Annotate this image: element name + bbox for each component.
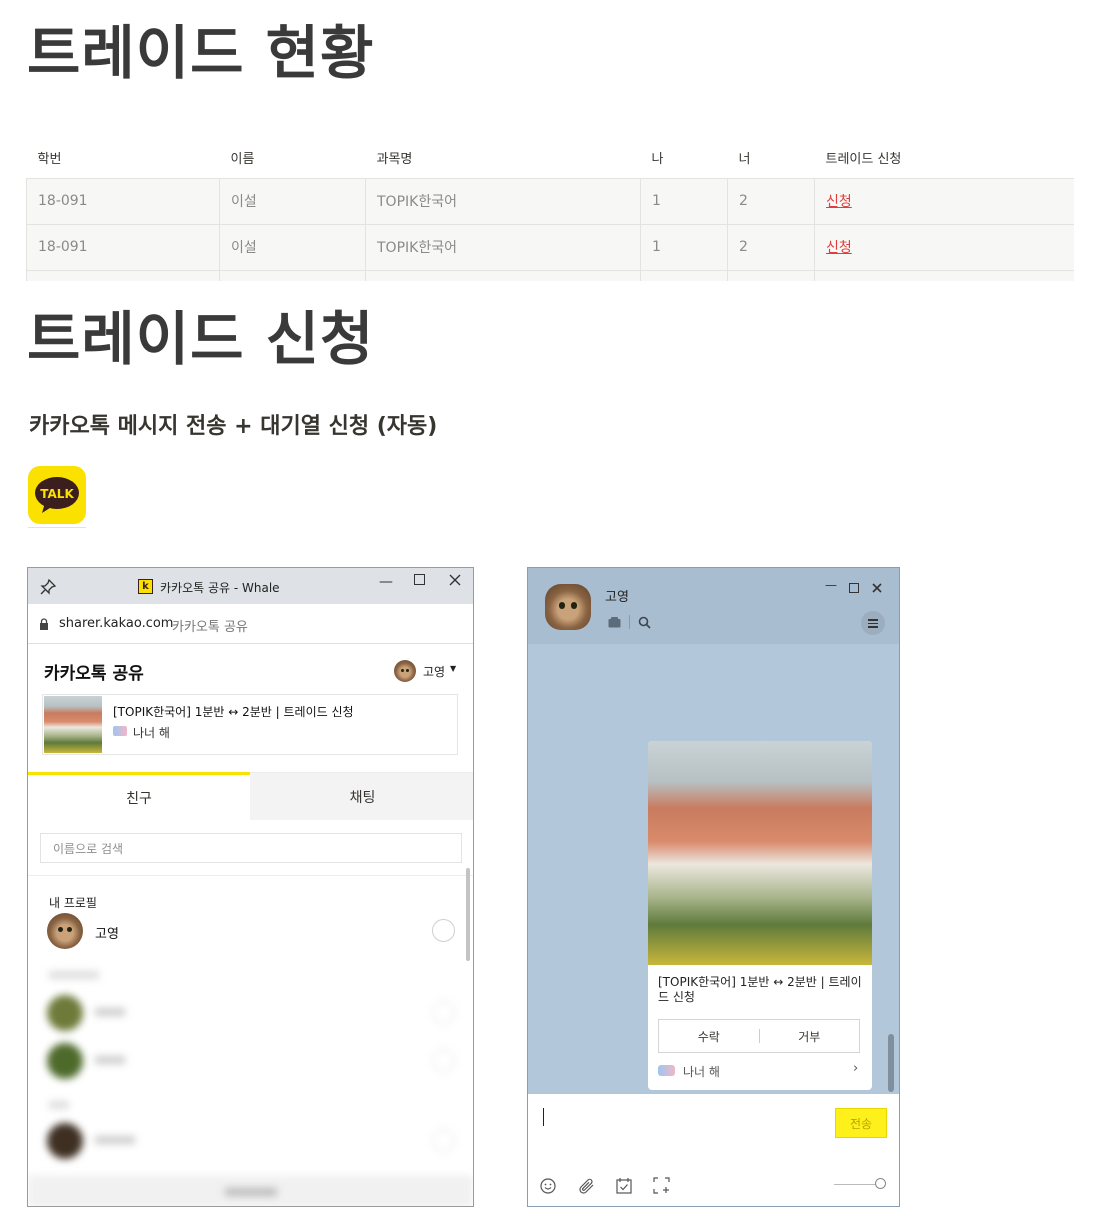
apply-link[interactable]: 신청: [826, 240, 852, 256]
accept-button[interactable]: 수락: [659, 1028, 759, 1045]
chat-header: 고영 —: [528, 568, 899, 644]
section-subtitle: 카카오톡 메시지 전송 + 대기열 신청 (자동): [29, 414, 438, 439]
page-title-apply: 트레이드 신청: [27, 305, 375, 373]
close-icon[interactable]: [872, 583, 882, 593]
message-source: 나너 해: [683, 1065, 720, 1079]
tab-friends[interactable]: 친구: [28, 772, 250, 820]
share-tabs: 친구 채팅: [28, 772, 473, 820]
cell-trade-request: 신청: [814, 223, 1074, 271]
col-header-name: 이름: [230, 152, 255, 168]
kakao-favicon: k: [138, 579, 153, 594]
avatar: [47, 913, 83, 949]
col-header-trade-request: 트레이드 신청: [825, 152, 902, 168]
share-preview-card: [TOPIK한국어] 1분반 ↔ 2분반 | 트레이드 신청 나너 해: [42, 694, 458, 755]
page-title-status: 트레이드 현황: [27, 19, 375, 87]
share-message-bubble[interactable]: [TOPIK한국어] 1분반 ↔ 2분반 | 트레이드 신청 수락 거부 나너 …: [648, 741, 872, 1090]
kakaotalk-logo: TALK: [28, 466, 86, 524]
cell-student-id: 18-091: [26, 177, 220, 225]
blurred-friend-list: [28, 961, 473, 1206]
search-input[interactable]: 이름으로 검색: [40, 833, 462, 863]
tab-chats[interactable]: 채팅: [250, 772, 473, 820]
cell-trade-request: 신청: [814, 177, 1074, 225]
cell-me: 1: [640, 223, 728, 271]
source-logo-icon: [113, 726, 127, 736]
cell-you: 2: [727, 177, 815, 225]
table-row: 18-091 이설 TOPIK한국어 1 2 신청: [26, 223, 1074, 271]
search-icon[interactable]: [638, 616, 651, 629]
share-heading: 카카오톡 공유: [44, 664, 144, 684]
pin-icon[interactable]: [40, 579, 56, 595]
campus-photo: [648, 741, 872, 965]
chat-contact-name: 고영: [605, 590, 629, 605]
cell-student-id: 18-091: [26, 223, 220, 271]
attach-icon[interactable]: [578, 1178, 596, 1194]
window-titlebar: k 카카오톡 공유 - Whale —: [28, 568, 473, 604]
address-bar[interactable]: sharer.kakao.com 카카오톡 공유: [28, 604, 473, 644]
message-title: [TOPIK한국어] 1분반 ↔ 2분반 | 트레이드 신청: [658, 975, 862, 1004]
cell-course: TOPIK한국어: [365, 177, 641, 225]
menu-icon[interactable]: [861, 611, 885, 635]
table-row: 18-091 이설 TOPIK한국어 1 2 신청: [26, 177, 1074, 225]
message-button-row: 수락 거부: [658, 1019, 860, 1053]
maximize-icon[interactable]: [849, 583, 859, 593]
reject-button[interactable]: 거부: [760, 1028, 860, 1045]
url-page-title: 카카오톡 공유: [172, 620, 248, 635]
campus-thumbnail: [44, 696, 102, 753]
talk-bubble-icon: TALK: [35, 477, 79, 513]
source-logo-icon: [658, 1065, 675, 1076]
capture-icon[interactable]: [653, 1177, 670, 1194]
cell-you: 2: [727, 223, 815, 271]
kakao-share-window: k 카카오톡 공유 - Whale — sharer.kakao.com 카카오…: [27, 567, 474, 1207]
cell-name: 이설: [219, 223, 366, 271]
minimize-icon[interactable]: —: [825, 578, 837, 592]
chevron-right-icon[interactable]: ›: [853, 1061, 858, 1076]
opacity-slider-handle[interactable]: [875, 1178, 886, 1189]
url-host: sharer.kakao.com: [59, 616, 174, 631]
emoji-icon[interactable]: [540, 1178, 556, 1194]
col-header-student-id: 학번: [37, 152, 62, 168]
col-header-you: 너: [738, 152, 751, 168]
lock-icon: [40, 618, 48, 630]
calendar-icon[interactable]: [616, 1177, 632, 1194]
my-profile-name: 고영: [95, 927, 119, 942]
talk-logo-text: TALK: [40, 487, 74, 501]
message-input-area[interactable]: 전송: [528, 1094, 899, 1206]
avatar: [394, 660, 416, 682]
scrollbar[interactable]: [888, 1034, 894, 1092]
cell-course: TOPIK한국어: [365, 223, 641, 271]
my-profile-label: 내 프로필: [49, 896, 97, 910]
preview-title: [TOPIK한국어] 1분반 ↔ 2분반 | 트레이드 신청: [113, 705, 354, 719]
scrollbar[interactable]: [466, 868, 470, 961]
table-row: [26, 269, 1074, 281]
window-title: 카카오톡 공유 - Whale: [160, 581, 280, 595]
account-name[interactable]: 고영: [423, 663, 445, 680]
col-header-course: 과목명: [376, 152, 413, 168]
select-radio[interactable]: [432, 919, 455, 942]
cell-name: 이설: [219, 177, 366, 225]
trade-status-table: 학번 이름 과목명 나 너 트레이드 신청 18-091 이설 TOPIK한국어…: [26, 138, 1074, 281]
preview-source: 나너 해: [133, 726, 170, 740]
close-icon[interactable]: [449, 574, 461, 586]
chevron-down-icon[interactable]: ▼: [450, 664, 456, 673]
maximize-icon[interactable]: [414, 574, 425, 585]
cell-me: 1: [640, 177, 728, 225]
text-cursor: [543, 1108, 544, 1126]
table-header-row: 학번 이름 과목명 나 너 트레이드 신청: [27, 138, 1075, 178]
apply-link[interactable]: 신청: [826, 194, 852, 210]
minimize-icon[interactable]: —: [379, 574, 393, 590]
kakaotalk-chat-window: 고영 — [TOPIK한국어] 1분반 ↔ 2분반 | 트레이드 신청 수락 거…: [527, 567, 900, 1207]
col-header-me: 나: [651, 152, 664, 168]
send-button[interactable]: 전송: [835, 1108, 887, 1138]
share-body: 카카오톡 공유 고영 ▼ [TOPIK한국어] 1분반 ↔ 2분반 | 트레이드…: [28, 645, 473, 1206]
avatar[interactable]: [545, 584, 591, 630]
drawer-icon[interactable]: [608, 617, 621, 628]
